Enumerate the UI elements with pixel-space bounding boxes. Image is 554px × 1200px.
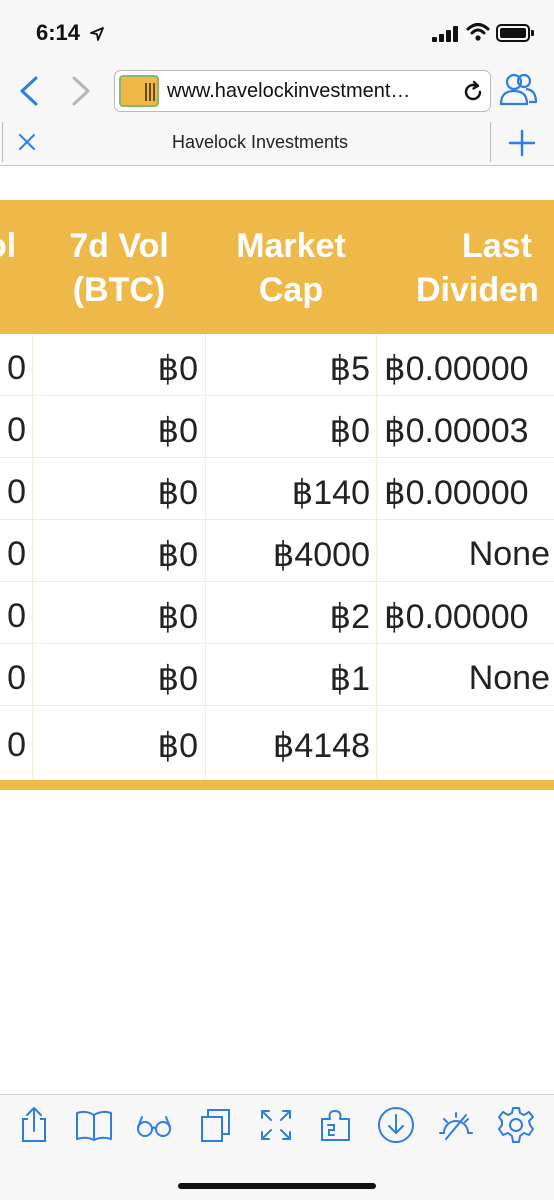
table-row[interactable]: 0 ฿0 ฿5 ฿0.00000 [0,334,554,396]
status-time: 6:14 [36,20,81,45]
cell-7d-vol: ฿0 [157,536,198,574]
cell-7d-vol: ฿0 [157,412,198,450]
browser-toolbar: www.havelockinvestment… [0,62,554,120]
wifi-icon [466,23,490,41]
tab-divider [2,122,3,162]
cellular-signal-icon [432,26,462,42]
cell-col-0: 0 [7,659,26,697]
cell-last-dividend: ฿0.00000 [384,474,529,512]
cell-7d-vol: ฿0 [157,598,198,636]
cell-market-cap: ฿0 [329,412,370,450]
tab-divider [490,122,491,162]
cell-last-dividend: ฿0.00003 [384,412,529,450]
url-text[interactable]: www.havelockinvestment… [167,80,445,103]
cell-market-cap: ฿5 [329,350,370,388]
cell-market-cap: ฿1 [329,660,370,698]
cell-col-0: 0 [7,597,26,635]
share-icon[interactable] [14,1105,54,1145]
cell-market-cap: ฿2 [329,598,370,636]
extensions-icon[interactable] [316,1105,356,1145]
cell-last-dividend: ฿0.00000 [384,350,529,388]
close-tab-icon[interactable] [16,131,38,153]
table-row[interactable]: 0 ฿0 ฿2 ฿0.00000 [0,582,554,644]
bookmarks-icon[interactable] [74,1105,114,1145]
cell-col-0: 0 [7,473,26,511]
profiles-icon[interactable] [498,70,538,110]
header-market-cap[interactable]: Market Cap [210,224,372,312]
cell-7d-vol: ฿0 [157,660,198,698]
new-tab-icon[interactable] [508,129,536,157]
battery-icon [496,24,534,42]
location-arrow-icon [90,27,104,41]
cell-col-0: 0 [7,535,26,573]
tab-title[interactable]: Havelock Investments [40,132,480,153]
table-row[interactable]: 0 ฿0 ฿0 ฿0.00003 [0,396,554,458]
url-field[interactable]: www.havelockinvestment… [114,70,491,112]
cell-7d-vol-total: ฿0 [157,727,198,765]
table-row[interactable]: 0 ฿0 ฿1 None [0,644,554,706]
table-total-row: 0 ฿0 ฿4148 [0,706,554,780]
cell-col-0: 0 [7,349,26,387]
cell-7d-vol: ฿0 [157,474,198,512]
downloads-icon[interactable] [376,1105,416,1145]
cell-col-0: 0 [7,726,26,764]
cell-market-cap: ฿4000 [272,536,370,574]
cell-last-dividend: None [468,659,550,697]
reload-icon[interactable] [461,80,485,104]
settings-icon[interactable] [496,1105,536,1145]
cell-market-cap-total: ฿4148 [272,727,370,765]
reader-icon[interactable] [134,1105,174,1145]
cell-7d-vol: ฿0 [157,350,198,388]
cell-col-0: 0 [7,411,26,449]
site-favicon-icon [119,75,159,107]
screen: 6:14 www.havelockinvestment… Havelock In… [0,0,554,1200]
header-7d-vol[interactable]: 7d Vol (BTC) [40,224,198,312]
table-footer-bar [0,780,554,790]
fullscreen-icon[interactable] [256,1105,296,1145]
back-arrow-icon[interactable] [10,70,50,112]
cell-last-dividend: ฿0.00000 [384,598,529,636]
bottom-toolbar [0,1094,554,1200]
table-row[interactable]: 0 ฿0 ฿4000 None [0,520,554,582]
cell-market-cap: ฿140 [291,474,370,512]
header-last-dividend[interactable]: Last Dividen [410,224,554,312]
forward-arrow-icon[interactable] [60,70,100,112]
table-header: ol 7d Vol (BTC) Market Cap Last Dividen [0,200,554,334]
tabs-icon[interactable] [196,1105,236,1145]
cell-last-dividend: None [468,535,550,573]
night-mode-icon[interactable] [436,1105,476,1145]
tab-strip: Havelock Investments [0,120,554,166]
status-bar: 6:14 [0,0,554,62]
table-row[interactable]: 0 ฿0 ฿140 ฿0.00000 [0,458,554,520]
home-indicator[interactable] [178,1183,376,1189]
